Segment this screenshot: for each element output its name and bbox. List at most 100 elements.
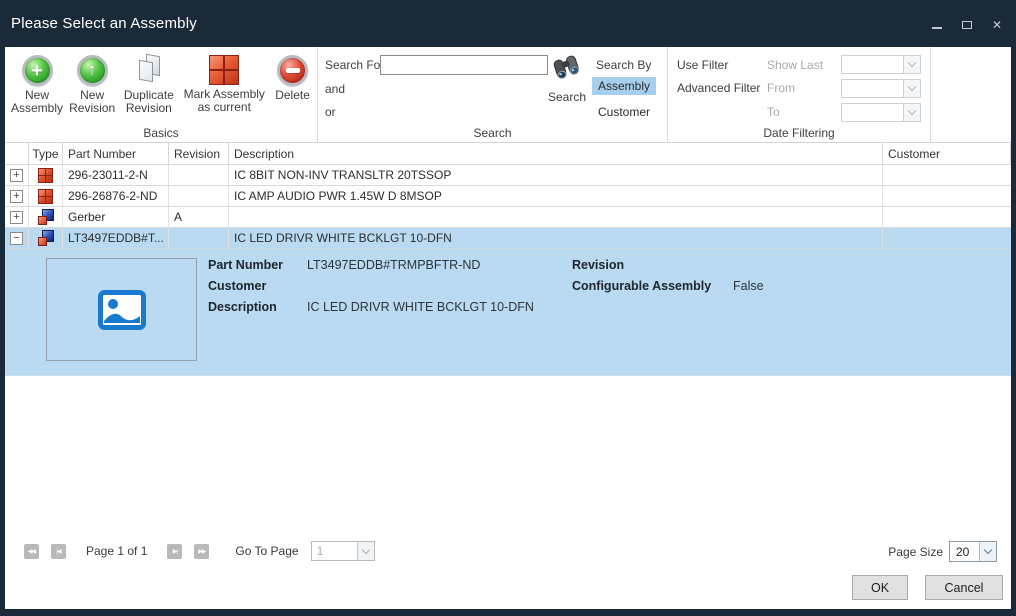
- delete-label: Delete: [275, 89, 310, 102]
- search-input[interactable]: [380, 55, 548, 75]
- chevron-down-icon: [903, 56, 920, 73]
- table-header-row: Type Part Number Revision Description Cu…: [5, 143, 1011, 165]
- search-by-option-assembly[interactable]: Assembly: [592, 77, 656, 95]
- first-page-button[interactable]: ◀◀: [24, 544, 39, 559]
- show-last-label: Show Last: [767, 58, 823, 72]
- previous-page-icon: |◀: [56, 548, 60, 555]
- duplicate-revision-label: Duplicate Revision: [121, 89, 176, 115]
- duplicate-revision-button[interactable]: Duplicate Revision: [121, 55, 176, 115]
- title-bar: Please Select an Assembly ✕: [0, 0, 1016, 47]
- column-header-description[interactable]: Description: [229, 143, 883, 164]
- part-number-cell: Gerber: [63, 207, 169, 227]
- table-row[interactable]: + 296-26876-2-ND IC AMP AUDIO PWR 1.45W …: [5, 186, 1011, 207]
- next-page-button[interactable]: ▶|: [167, 544, 182, 559]
- search-button[interactable]: Search: [543, 55, 591, 104]
- mark-assembly-current-button[interactable]: Mark Assembly as current: [182, 55, 266, 114]
- detail-part-number-label: Part Number: [208, 258, 283, 272]
- description-cell: [229, 207, 883, 227]
- revision-cell: [169, 165, 229, 185]
- go-to-page-value: 1: [312, 544, 324, 558]
- assembly-type-red-grid-icon: [38, 189, 53, 204]
- new-assembly-label: New Assembly: [11, 89, 63, 115]
- customer-cell: [883, 207, 1011, 227]
- maximize-icon: [962, 21, 972, 29]
- mark-assembly-current-icon: [209, 55, 239, 85]
- part-number-cell: LT3497EDDB#T...: [63, 228, 169, 248]
- from-label: From: [767, 81, 795, 95]
- expand-icon[interactable]: +: [10, 190, 23, 203]
- table-row[interactable]: + Gerber A: [5, 207, 1011, 228]
- chevron-down-icon: [903, 80, 920, 97]
- first-page-icon: ◀◀: [28, 548, 35, 555]
- assembly-type-blue-red-icon: [38, 209, 54, 225]
- column-header-customer[interactable]: Customer: [883, 143, 1011, 164]
- column-header-revision[interactable]: Revision: [169, 143, 229, 164]
- date-filtering-group-label: Date Filtering: [668, 126, 930, 140]
- minimize-button[interactable]: [928, 18, 946, 32]
- new-assembly-icon: +: [22, 55, 53, 86]
- duplicate-revision-icon: [133, 55, 165, 86]
- go-to-page-label: Go To Page: [235, 544, 298, 558]
- from-combo[interactable]: [841, 79, 921, 98]
- cancel-button[interactable]: Cancel: [925, 575, 1003, 600]
- table-row-selected[interactable]: − LT3497EDDB#T... IC LED DRIVR WHITE BCK…: [5, 228, 1011, 249]
- search-by-label: Search By: [596, 58, 651, 72]
- collapse-icon[interactable]: −: [10, 232, 23, 245]
- part-number-cell: 296-26876-2-ND: [63, 186, 169, 206]
- binoculars-icon: [550, 55, 584, 83]
- part-number-cell: 296-23011-2-N: [63, 165, 169, 185]
- show-last-combo[interactable]: [841, 55, 921, 74]
- revision-cell: [169, 186, 229, 206]
- go-to-page-combo[interactable]: 1: [311, 541, 375, 561]
- ok-button[interactable]: OK: [852, 575, 908, 600]
- detail-revision-label: Revision: [572, 258, 624, 272]
- page-size-label: Page Size: [888, 545, 943, 559]
- assembly-table: Type Part Number Revision Description Cu…: [5, 143, 1011, 534]
- dialog-window: Please Select an Assembly ✕ + New Assemb…: [0, 0, 1016, 616]
- expand-icon[interactable]: +: [10, 169, 23, 182]
- image-placeholder-icon: [98, 290, 146, 330]
- new-assembly-button[interactable]: + New Assembly: [11, 55, 63, 115]
- chevron-down-icon: [357, 542, 374, 560]
- empty-grid-area: [5, 376, 1011, 534]
- detail-description-label: Description: [208, 300, 277, 314]
- basics-group-label: Basics: [5, 126, 317, 140]
- customer-cell: [883, 165, 1011, 185]
- customer-cell: [883, 228, 1011, 248]
- last-page-button[interactable]: ▶▶: [194, 544, 209, 559]
- table-row[interactable]: + 296-23011-2-N IC 8BIT NON-INV TRANSLTR…: [5, 165, 1011, 186]
- last-page-icon: ▶▶: [198, 548, 205, 555]
- ribbon-group-search: Search For: and or: [318, 47, 668, 143]
- new-revision-icon: ↑: [77, 55, 108, 86]
- assembly-image-placeholder: [46, 258, 197, 361]
- description-cell: IC LED DRIVR WHITE BCKLGT 10-DFN: [229, 228, 883, 248]
- description-cell: IC 8BIT NON-INV TRANSLTR 20TSSOP: [229, 165, 883, 185]
- close-button[interactable]: ✕: [988, 18, 1006, 32]
- use-filter-button[interactable]: Use Filter: [677, 58, 728, 72]
- maximize-button[interactable]: [958, 18, 976, 32]
- revision-cell: [169, 228, 229, 248]
- chevron-down-icon: [979, 542, 996, 561]
- page-size-combo[interactable]: 20: [949, 541, 997, 562]
- description-cell: IC AMP AUDIO PWR 1.45W D 8MSOP: [229, 186, 883, 206]
- row-detail-panel: Part Number LT3497EDDB#TRMPBFTR-ND Custo…: [5, 249, 1011, 376]
- delete-button[interactable]: Delete: [272, 55, 313, 102]
- expand-icon[interactable]: +: [10, 211, 23, 224]
- page-indicator: Page 1 of 1: [86, 544, 147, 558]
- to-label: To: [767, 105, 780, 119]
- search-for-label: Search For:: [325, 58, 388, 72]
- pager-bar: ◀◀ |◀ Page 1 of 1 ▶| ▶▶ Go To Page 1 Pag…: [5, 534, 1011, 567]
- next-page-icon: ▶|: [173, 548, 177, 555]
- column-header-part-number[interactable]: Part Number: [63, 143, 169, 164]
- detail-description-value: IC LED DRIVR WHITE BCKLGT 10-DFN: [307, 300, 534, 314]
- column-header-type[interactable]: Type: [29, 143, 63, 164]
- advanced-filter-button[interactable]: Advanced Filter: [677, 81, 760, 95]
- revision-cell: A: [169, 207, 229, 227]
- previous-page-button[interactable]: |◀: [51, 544, 66, 559]
- assembly-type-blue-red-icon: [38, 230, 54, 246]
- new-revision-button[interactable]: ↑ New Revision: [69, 55, 115, 115]
- ribbon-toolbar: + New Assembly ↑ New Revision Duplicate …: [5, 47, 1011, 143]
- to-combo[interactable]: [841, 103, 921, 122]
- search-by-option-customer[interactable]: Customer: [592, 103, 656, 121]
- ribbon-group-basics: + New Assembly ↑ New Revision Duplicate …: [5, 47, 318, 143]
